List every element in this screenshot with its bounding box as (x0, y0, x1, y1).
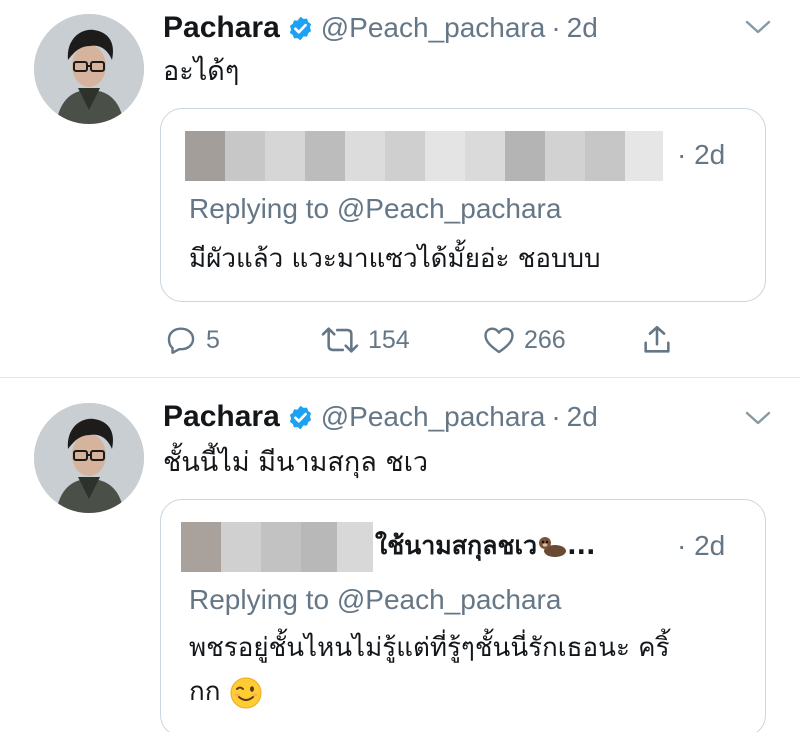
tweet-text: อะได้ๆ (163, 56, 240, 87)
retweet-button[interactable]: 154 (320, 318, 410, 362)
quoted-tweet[interactable]: · 2d Replying to @Peach_pachara มีผัวแล้… (160, 108, 766, 302)
author-handle[interactable]: @Peach_pachara (321, 401, 546, 433)
reply-count: 5 (206, 325, 220, 354)
author-name[interactable]: Pachara (163, 11, 280, 45)
author-handle[interactable]: @Peach_pachara (321, 12, 546, 44)
quoted-text: พชรอยู่ชั้นไหนไม่รู้แต่ที่รู้ๆชั้นนี่รัก… (189, 626, 749, 714)
quoted-time[interactable]: · 2d (677, 139, 725, 171)
reply-button[interactable]: 5 (164, 318, 220, 362)
heart-icon (484, 327, 514, 354)
like-count: 266 (524, 325, 566, 354)
tweet[interactable]: Pachara @Peach_pachara · 2d ชั้นนี้ไม่ ม… (0, 379, 800, 732)
otter-emoji-icon (539, 537, 567, 557)
quoted-text-line: พชรอยู่ชั้นไหนไม่รู้แต่ที่รู้ๆชั้นนี่รัก… (189, 633, 670, 663)
tweet-time[interactable]: 2d (567, 401, 598, 433)
tweet-actions: 5 154 266 (160, 318, 700, 362)
tweet-header: Pachara @Peach_pachara · 2d (163, 397, 598, 437)
share-icon (644, 325, 670, 353)
reply-icon (167, 327, 195, 354)
retweet-icon (321, 327, 359, 353)
author-name[interactable]: Pachara (163, 400, 280, 434)
chevron-down-icon[interactable] (744, 18, 772, 36)
avatar-photo (34, 403, 144, 513)
blurred-author (185, 131, 663, 181)
quoted-text-line: กก (189, 670, 749, 714)
replying-to[interactable]: Replying to @Peach_pachara (189, 584, 561, 616)
separator-dot: · (551, 12, 561, 43)
verified-badge-icon (289, 16, 311, 40)
chevron-down-icon[interactable] (744, 409, 772, 427)
verified-badge-icon (289, 405, 311, 429)
share-button[interactable] (640, 318, 674, 362)
avatar-photo (34, 14, 144, 124)
retweet-count: 154 (368, 325, 410, 354)
avatar[interactable] (34, 14, 144, 124)
blurred-author (181, 522, 373, 572)
replying-to[interactable]: Replying to @Peach_pachara (189, 193, 561, 225)
tweet[interactable]: Pachara @Peach_pachara · 2d อะได้ๆ · 2d (0, 0, 800, 378)
quoted-tweet[interactable]: ใช้นามสกุลชเว ... · 2d Replying to @Peac… (160, 499, 766, 732)
winking-face-emoji-icon (230, 677, 262, 708)
tweet-time[interactable]: 2d (567, 12, 598, 44)
tweet-header: Pachara @Peach_pachara · 2d (163, 8, 598, 48)
quoted-author-name[interactable]: ใช้นามสกุลชเว ... (375, 526, 596, 566)
quoted-time[interactable]: · 2d (677, 530, 725, 562)
quoted-text: มีผัวแล้ว แวะมาแซวได้มั้ยอ่ะ ชอบบบ (189, 244, 601, 274)
like-button[interactable]: 266 (482, 318, 566, 362)
avatar[interactable] (34, 403, 144, 513)
tweet-text: ชั้นนี้ไม่ มีนามสกุล ชเว (163, 447, 429, 478)
separator-dot: · (551, 401, 561, 432)
